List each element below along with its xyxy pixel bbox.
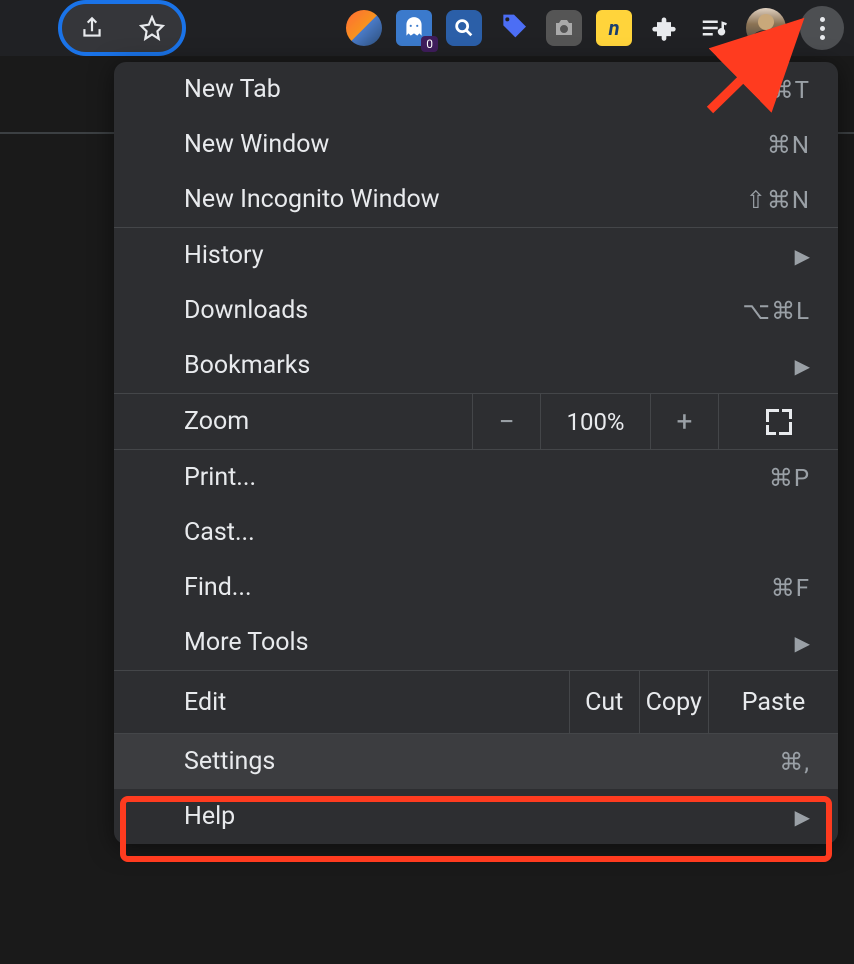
camera-extension-icon[interactable] xyxy=(546,10,582,46)
star-icon[interactable] xyxy=(139,15,165,41)
edit-label: Edit xyxy=(114,671,569,733)
menu-item-label: Find... xyxy=(184,573,771,602)
menu-item-label: Downloads xyxy=(184,296,742,325)
fullscreen-icon xyxy=(766,409,792,435)
menu-edit: Edit Cut Copy Paste xyxy=(114,671,838,733)
menu-find[interactable]: Find... ⌘F xyxy=(114,560,838,615)
media-control-icon[interactable] xyxy=(696,10,732,46)
zoom-out-button[interactable]: − xyxy=(472,394,540,449)
ghostery-extension-icon[interactable]: 0 xyxy=(396,10,432,46)
menu-item-label: More Tools xyxy=(184,628,787,657)
zoom-value: 100% xyxy=(540,394,650,449)
copy-button[interactable]: Copy xyxy=(639,671,709,733)
chrome-main-menu: New Tab ⌘T New Window ⌘N New Incognito W… xyxy=(114,62,838,844)
menu-help[interactable]: Help ▶ xyxy=(114,789,838,844)
menu-shortcut: ⌘T xyxy=(770,76,810,104)
menu-cast[interactable]: Cast... xyxy=(114,505,838,560)
zoom-label: Zoom xyxy=(114,407,472,436)
menu-new-tab[interactable]: New Tab ⌘T xyxy=(114,62,838,117)
chevron-right-icon: ▶ xyxy=(795,354,810,378)
more-menu-button[interactable] xyxy=(800,6,844,50)
menu-shortcut: ⌘F xyxy=(771,574,810,602)
menu-item-label: Help xyxy=(184,802,787,831)
menu-item-label: Print... xyxy=(184,463,769,492)
menu-history[interactable]: History ▶ xyxy=(114,228,838,283)
chevron-right-icon: ▶ xyxy=(795,631,810,655)
extensions-icon[interactable] xyxy=(646,10,682,46)
menu-settings[interactable]: Settings ⌘, xyxy=(114,734,838,789)
address-bar-actions xyxy=(58,0,186,56)
menu-new-window[interactable]: New Window ⌘N xyxy=(114,117,838,172)
menu-bookmarks[interactable]: Bookmarks ▶ xyxy=(114,338,838,393)
profile-avatar[interactable] xyxy=(746,8,786,48)
menu-item-label: New Tab xyxy=(184,75,770,104)
browser-toolbar: 0 n xyxy=(0,0,854,56)
tag-extension-icon[interactable] xyxy=(496,10,532,46)
cut-button[interactable]: Cut xyxy=(569,671,639,733)
fullscreen-button[interactable] xyxy=(718,394,838,449)
menu-shortcut: ⌘N xyxy=(767,131,810,159)
notion-extension-icon[interactable]: n xyxy=(596,10,632,46)
menu-item-label: Bookmarks xyxy=(184,351,787,380)
menu-item-label: New Incognito Window xyxy=(184,185,746,214)
chevron-right-icon: ▶ xyxy=(795,244,810,268)
menu-item-label: New Window xyxy=(184,130,767,159)
chevron-right-icon: ▶ xyxy=(795,805,810,829)
menu-shortcut: ⇧⌘N xyxy=(746,186,810,214)
menu-new-incognito[interactable]: New Incognito Window ⇧⌘N xyxy=(114,172,838,227)
menu-shortcut: ⌘P xyxy=(769,464,810,492)
extension-icon-1[interactable] xyxy=(346,10,382,46)
zoom-in-button[interactable]: + xyxy=(650,394,718,449)
menu-more-tools[interactable]: More Tools ▶ xyxy=(114,615,838,670)
menu-item-label: Cast... xyxy=(184,518,810,547)
share-icon[interactable] xyxy=(79,15,105,41)
menu-item-label: Settings xyxy=(184,747,779,776)
search-extension-icon[interactable] xyxy=(446,10,482,46)
menu-item-label: History xyxy=(184,241,787,270)
ghostery-badge: 0 xyxy=(421,36,438,52)
paste-button[interactable]: Paste xyxy=(708,671,838,733)
menu-print[interactable]: Print... ⌘P xyxy=(114,450,838,505)
menu-downloads[interactable]: Downloads ⌥⌘L xyxy=(114,283,838,338)
menu-zoom: Zoom − 100% + xyxy=(114,394,838,449)
menu-shortcut: ⌘, xyxy=(779,748,810,776)
menu-shortcut: ⌥⌘L xyxy=(742,297,810,325)
